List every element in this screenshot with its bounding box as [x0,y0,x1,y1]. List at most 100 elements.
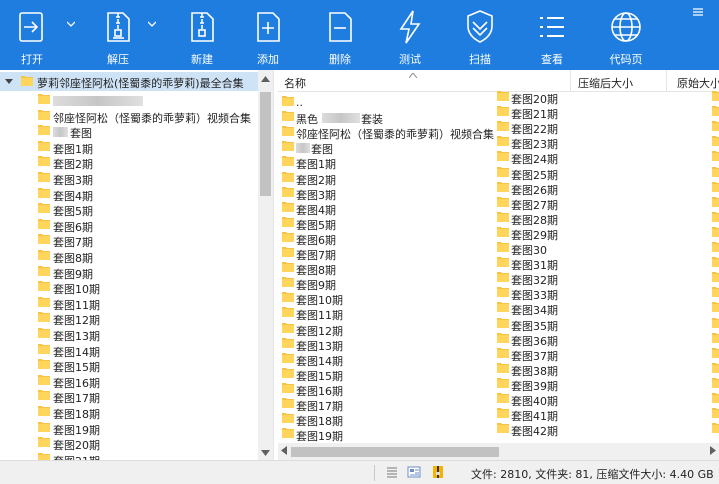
list-item-clipped[interactable] [712,150,719,165]
list-item-clipped[interactable] [712,317,719,332]
list-item[interactable]: 套图1期 [282,155,336,171]
toolbar-button-extract[interactable]: 解压 [92,0,144,70]
list-item-clipped[interactable] [712,211,719,226]
list-item[interactable]: 套图28期 [497,211,558,227]
list-item-clipped[interactable] [712,407,719,422]
tree-item[interactable]: 套图21期 [38,452,100,460]
toolbar-button-new-archive[interactable]: 新建 [176,0,228,70]
tree-item[interactable]: 套图15期 [38,358,100,374]
chevron-down-icon[interactable] [67,21,77,31]
chevron-down-icon[interactable] [5,77,13,85]
list-item[interactable]: 套图40期 [497,392,558,408]
scroll-left-arrow-icon[interactable] [281,446,287,455]
tree-item[interactable]: 套图12期 [38,311,100,327]
tree-item[interactable]: 套图6期 [38,218,93,234]
tree-root-item[interactable]: 萝莉邻座怪阿松(怪蜀黍的乖萝莉)最全合集 [0,72,258,91]
list-item-clipped[interactable] [712,135,719,150]
toolbar-button-codepage-globe[interactable]: 代码页 [594,0,658,70]
list-item-clipped[interactable] [712,166,719,181]
list-item[interactable]: 套图3期 [282,186,336,202]
list-item-clipped[interactable] [712,332,719,347]
list-item[interactable]: 套图20期 [497,90,558,106]
list-item[interactable]: 套图35期 [497,317,558,333]
list-item[interactable]: 套图 [282,140,333,156]
list-item[interactable]: 套图14期 [282,352,343,368]
column-compressed-size[interactable]: 压缩后大小 [578,75,633,91]
list-item[interactable]: 套图17期 [282,397,343,413]
list-item[interactable]: 套图38期 [497,362,558,378]
list-item[interactable]: 套图21期 [497,105,558,121]
toolbar-button-test-lightning[interactable]: 测试 [382,0,438,70]
tree-item[interactable]: 套图14期 [38,343,100,359]
tree-item[interactable]: 套图19期 [38,421,100,437]
column-separator[interactable] [666,70,667,92]
list-item[interactable]: 套图42期 [497,422,558,438]
thumbnail-view-icon[interactable] [407,465,421,479]
list-item[interactable]: 套图12期 [282,322,343,338]
list-item[interactable]: 套图31期 [497,256,558,272]
list-item-clipped[interactable] [712,347,719,362]
tree-item[interactable]: 套图18期 [38,405,100,421]
list-item-clipped[interactable] [712,241,719,256]
tree-item[interactable]: 套图17期 [38,389,100,405]
tree-vertical-scrollbar[interactable] [258,70,273,460]
list-item-clipped[interactable] [712,392,719,407]
toolbar-button-open[interactable]: 打开 [6,0,58,70]
list-item[interactable]: 套图5期 [282,216,336,232]
list-item[interactable]: 套图2期 [282,171,336,187]
list-item[interactable]: 套图10期 [282,291,343,307]
tree-scroll-thumb[interactable] [260,92,271,196]
tree-item[interactable]: 套图2期 [38,155,93,171]
list-item[interactable]: 套图34期 [497,301,558,317]
tree-item[interactable]: 套图 [38,124,92,140]
chevron-down-icon[interactable] [148,21,158,31]
list-item[interactable]: 套图16期 [282,382,343,398]
list-item[interactable]: 套图29期 [497,226,558,242]
list-horizontal-scrollbar[interactable] [278,443,719,460]
tree-item[interactable]: 套图7期 [38,233,93,249]
list-item-clipped[interactable] [712,286,719,301]
list-item[interactable]: 套图11期 [282,306,343,322]
list-scroll-thumb[interactable] [291,447,499,457]
toolbar-button-scan-shield[interactable]: 扫描 [452,0,508,70]
list-item[interactable]: 套图22期 [497,120,558,136]
list-item[interactable]: 套图24期 [497,150,558,166]
list-item[interactable]: 套图25期 [497,166,558,182]
list-item-clipped[interactable] [712,105,719,120]
list-item-clipped[interactable] [712,271,719,286]
list-item[interactable]: 套图9期 [282,276,336,292]
tree-item[interactable]: 套图20期 [38,436,100,452]
column-original-size[interactable]: 原始大小 [677,75,719,91]
list-item-clipped[interactable] [712,90,719,105]
list-item[interactable]: 套图13期 [282,337,343,353]
tree-item[interactable]: 套图13期 [38,327,100,343]
column-separator[interactable] [570,70,571,92]
scroll-up-arrow-icon[interactable] [261,76,270,82]
list-item[interactable]: 套图33期 [497,286,558,302]
tree-item[interactable]: 套图8期 [38,249,93,265]
list-item-clipped[interactable] [712,120,719,135]
scroll-right-arrow-icon[interactable] [710,446,716,455]
list-item-clipped[interactable] [712,301,719,316]
list-item[interactable]: 套图19期 [282,427,343,443]
list-item[interactable]: 套图23期 [497,135,558,151]
column-name[interactable]: 名称 [284,75,306,91]
tree-item[interactable]: 邻座怪阿松（怪蜀黍的乖萝莉）视频合集 [38,109,251,125]
list-item[interactable]: 套图18期 [282,412,343,428]
list-item[interactable]: 套图30 [497,241,547,257]
list-item[interactable]: 套图15期 [282,367,343,383]
list-item[interactable]: 套图41期 [497,407,558,423]
tree-item[interactable]: 套图11期 [38,296,100,312]
list-item[interactable]: 套图26期 [497,181,558,197]
toolbar-button-add[interactable]: 添加 [240,0,296,70]
list-item[interactable]: .. [282,95,303,110]
list-item-clipped[interactable] [712,422,719,437]
toolbar-button-delete[interactable]: 删除 [312,0,368,70]
list-item[interactable]: 套图8期 [282,261,336,277]
list-item-clipped[interactable] [712,256,719,271]
list-item[interactable]: 套图32期 [497,271,558,287]
tree-item[interactable] [38,93,143,109]
tree-item[interactable]: 套图5期 [38,202,93,218]
toolbar-button-view-list[interactable]: 查看 [524,0,580,70]
tree-item[interactable]: 套图3期 [38,171,93,187]
